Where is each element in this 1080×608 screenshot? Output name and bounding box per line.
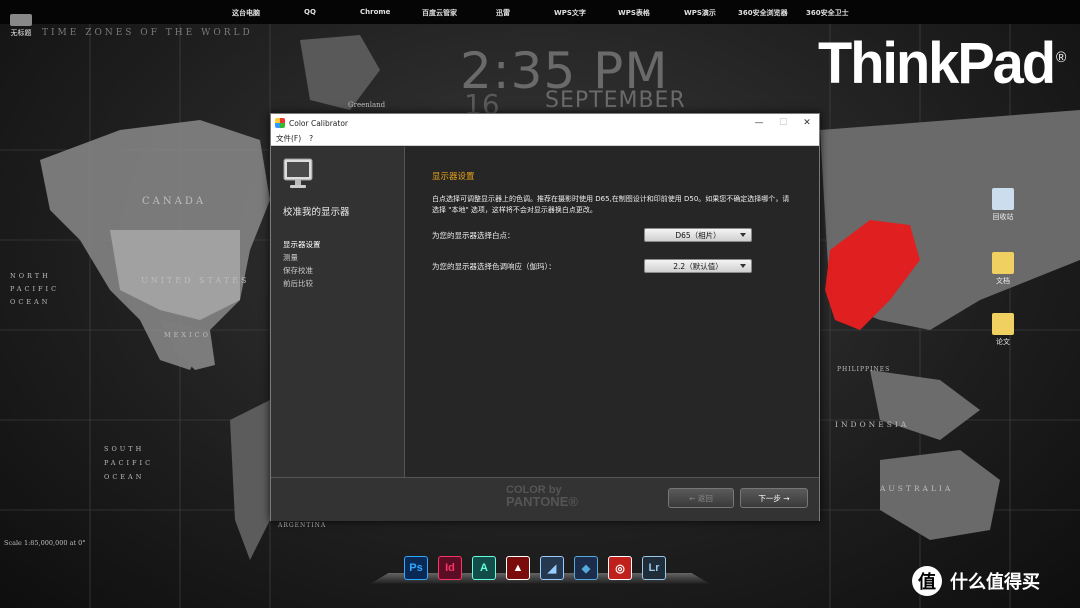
chevron-down-icon	[740, 233, 746, 237]
title-bar[interactable]: Color Calibrator — ☐ ✕	[271, 114, 819, 132]
label-scale: Scale 1:85,000,000 at 0°	[4, 539, 86, 547]
next-button[interactable]: 下一步 →	[740, 488, 808, 508]
wizard-body: 校准我的显示器 显示器设置 测量 保存校准 前后比较 显示器设置 白点选择可调整…	[271, 147, 819, 477]
step-measure: 测量	[283, 253, 298, 262]
launcher-item[interactable]: 这台电脑	[232, 8, 260, 18]
label-north-pacific: NORTH PACIFIC OCEAN	[10, 272, 60, 306]
wizard-footer: COLOR by PANTONE® ← 返回 下一步 →	[271, 477, 819, 521]
launcher-item[interactable]: WPS文字	[554, 8, 586, 18]
monitor-icon	[283, 158, 313, 188]
label-australia: AUSTRALIA	[880, 484, 954, 493]
dock-app-muse-icon[interactable]: A	[472, 556, 496, 580]
minimize-button[interactable]: —	[747, 114, 771, 132]
launcher-item[interactable]: WPS表格	[618, 8, 650, 18]
label-greenland: Greenland	[348, 101, 386, 109]
section-description: 白点选择可调整显示器上的色调。推荐在摄影时使用 D65,在制图设计和印前使用 D…	[432, 195, 790, 214]
window-icon	[10, 14, 32, 26]
folder-icon	[992, 252, 1014, 274]
gamma-row: 为您的显示器选择色调响应（伽玛）： 2.2（默认值）	[432, 259, 752, 273]
menu-help[interactable]: ?	[309, 134, 313, 143]
label-united-states: UNITED STATES	[141, 276, 250, 285]
launcher-item[interactable]: QQ	[304, 8, 316, 16]
close-button[interactable]: ✕	[795, 114, 819, 132]
desktop-icon-paper[interactable]: 论文	[986, 313, 1020, 347]
menu-bar: 文件(F) ?	[271, 132, 819, 146]
map-title: TIME ZONES OF THE WORLD	[42, 28, 253, 38]
smzdm-logo-icon: 值	[912, 566, 942, 596]
wizard-heading: 校准我的显示器	[283, 207, 350, 218]
desktop-icon-recycle-bin[interactable]: 回收站	[986, 188, 1020, 222]
smzdm-watermark: 值 什么值得买	[912, 566, 1040, 596]
maximize-button[interactable]: ☐	[771, 114, 795, 132]
wizard-content: 显示器设置 白点选择可调整显示器上的色调。推荐在摄影时使用 D65,在制图设计和…	[405, 147, 819, 477]
app-dock: Ps Id A ▲ ◢ ◆ ◎ Lr	[370, 552, 710, 586]
folder-icon	[992, 313, 1014, 335]
launcher-item[interactable]: Chrome	[360, 8, 390, 16]
gamma-label: 为您的显示器选择色调响应（伽玛）：	[432, 261, 556, 271]
recycle-bin-icon	[992, 188, 1014, 210]
dock-app-photoshop-icon[interactable]: Ps	[404, 556, 428, 580]
top-launcher-bar: 这台电脑 QQ Chrome 百度云管家 迅雷 WPS文字 WPS表格 WPS演示 360安全浏…	[0, 0, 1080, 24]
dock-app-acrobat-icon[interactable]: ▲	[506, 556, 530, 580]
desktop-icon-untitled[interactable]: 无标题	[6, 14, 36, 38]
label-philippines: PHILIPPINES	[837, 366, 891, 373]
smzdm-watermark-text: 什么值得买	[950, 572, 1040, 593]
menu-file[interactable]: 文件(F)	[276, 133, 301, 144]
section-title: 显示器设置	[432, 172, 475, 182]
gamma-select[interactable]: 2.2（默认值）	[644, 259, 752, 273]
white-point-select[interactable]: D65（相片）	[644, 228, 752, 242]
color-calibrator-app-icon	[275, 118, 285, 128]
window-title: Color Calibrator	[289, 118, 349, 128]
launcher-item[interactable]: 百度云管家	[422, 8, 457, 18]
launcher-item[interactable]: 360安全卫士	[806, 8, 849, 18]
desktop-icon-documents[interactable]: 文档	[986, 252, 1020, 286]
step-before-after: 前后比较	[283, 279, 313, 288]
step-save-calibration: 保存校准	[283, 266, 313, 275]
step-display-settings: 显示器设置	[283, 240, 321, 249]
launcher-item[interactable]: WPS演示	[684, 8, 716, 18]
label-indonesia: INDONESIA	[835, 420, 910, 429]
color-calibrator-window: Color Calibrator — ☐ ✕ 文件(F) ? 校准我的显示器 显…	[270, 113, 820, 521]
pantone-logo: COLOR by PANTONE®	[506, 484, 578, 509]
dock-app-app-6-icon[interactable]: ◆	[574, 556, 598, 580]
dock-app-app-5-icon[interactable]: ◢	[540, 556, 564, 580]
label-mexico: MEXICO	[164, 331, 211, 339]
label-canada: CANADA	[142, 196, 207, 207]
white-point-label: 为您的显示器选择白点：	[432, 230, 515, 240]
white-point-row: 为您的显示器选择白点： D65（相片）	[432, 228, 752, 242]
clock-month: SEPTEMBER	[545, 88, 686, 113]
launcher-item[interactable]: 迅雷	[496, 8, 510, 18]
chevron-down-icon	[740, 264, 746, 268]
label-argentina: ARGENTINA	[278, 522, 327, 529]
dock-app-lightroom-icon[interactable]: Lr	[642, 556, 666, 580]
dock-app-app-7-icon[interactable]: ◎	[608, 556, 632, 580]
label-south-pacific: SOUTH PACIFIC OCEAN	[104, 445, 154, 481]
dock-app-indesign-icon[interactable]: Id	[438, 556, 462, 580]
back-button[interactable]: ← 返回	[668, 488, 734, 508]
launcher-item[interactable]: 360安全浏览器	[738, 8, 788, 18]
thinkpad-logo: ThinkPad ®	[818, 29, 1066, 96]
wizard-steps: 显示器设置 测量 保存校准 前后比较	[283, 238, 404, 290]
wizard-sidebar: 校准我的显示器 显示器设置 测量 保存校准 前后比较	[271, 147, 405, 477]
